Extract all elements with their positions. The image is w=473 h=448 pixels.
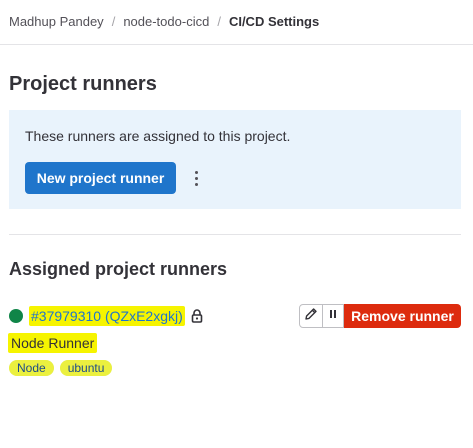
project-runners-info-text: These runners are assigned to this proje… (25, 128, 291, 144)
assigned-runners-title: Assigned project runners (9, 259, 228, 279)
breadcrumb: Madhup Pandey / node-todo-cicd / CI/CD S… (9, 10, 319, 32)
new-project-runner-button[interactable]: New project runner (25, 162, 176, 194)
runner-row: #37979310 (QZxE2xgkj) (9, 304, 203, 328)
breadcrumb-separator: / (111, 13, 116, 29)
project-runners-title: Project runners (9, 73, 157, 95)
kebab-menu-icon[interactable] (189, 166, 203, 190)
runner-tag-ubuntu: ubuntu (59, 360, 113, 376)
breadcrumb-project[interactable]: node-todo-cicd (123, 14, 209, 29)
edit-runner-button[interactable] (299, 304, 323, 328)
pause-icon (328, 307, 338, 325)
pause-runner-button[interactable] (322, 304, 344, 328)
breadcrumb-user[interactable]: Madhup Pandey (9, 14, 104, 29)
breadcrumb-separator: / (217, 13, 221, 29)
runner-name: Node Runner (8, 333, 98, 353)
remove-runner-button[interactable]: Remove runner (344, 304, 461, 328)
section-divider (9, 234, 461, 235)
runner-tag-node: Node (9, 360, 54, 376)
breadcrumb-current-page: CI/CD Settings (228, 13, 320, 29)
pencil-icon (304, 307, 318, 326)
runner-tags: Node ubuntu (9, 360, 113, 376)
project-runners-info-box: These runners are assigned to this proje… (9, 110, 461, 209)
runner-id-link[interactable]: #37979310 (QZxE2xgkj) (29, 306, 185, 326)
header-divider (0, 44, 473, 45)
lock-icon (191, 309, 203, 323)
runner-status-online-icon (9, 309, 23, 323)
runner-actions: Remove runner (299, 304, 461, 328)
